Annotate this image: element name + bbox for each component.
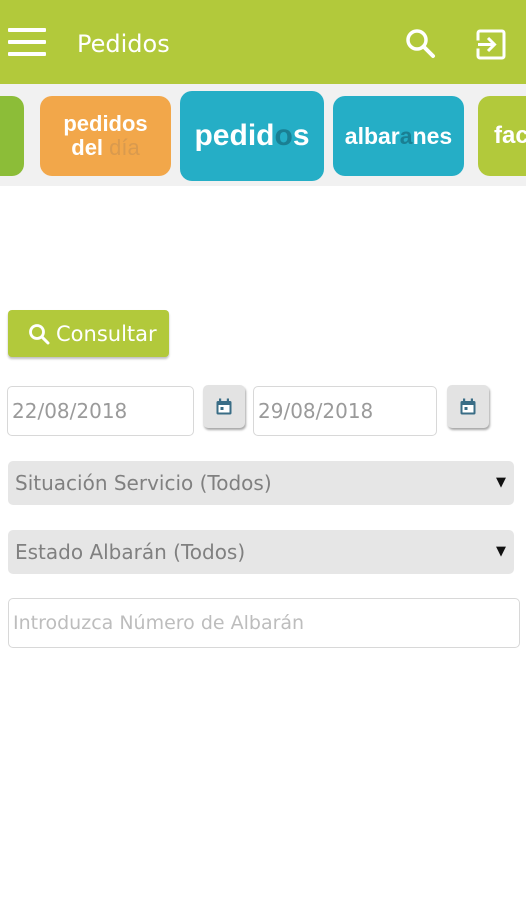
estado-albaran-select[interactable]: Estado Albarán (Todos) ▼ [8,530,514,574]
tile-pedidos[interactable]: pedidos [180,91,324,181]
situacion-servicio-select[interactable]: Situación Servicio (Todos) ▼ [8,461,514,505]
consultar-label: Consultar [56,321,157,346]
tile-albaranes[interactable]: albaranes [333,96,464,176]
estado-albaran-value: Estado Albarán (Todos) [15,540,246,564]
tile-pedidos-del-dia[interactable]: pedidos del día [40,96,171,176]
consultar-button[interactable]: Consultar [8,310,169,357]
tile-previous[interactable] [0,96,24,176]
date-from-input[interactable]: 22/08/2018 [7,386,194,436]
date-to-input[interactable]: 29/08/2018 [253,386,437,436]
tile-facturas[interactable]: fac [478,96,526,176]
albaran-number-input[interactable]: Introduzca Número de Albarán [8,598,520,648]
tile-facturas-label: fac [494,122,526,149]
tile-pedidos-label: pedidos [194,119,310,152]
page-title: Pedidos [77,30,170,58]
search-icon[interactable] [404,27,438,61]
chevron-down-icon: ▼ [496,475,506,490]
chevron-down-icon: ▼ [496,544,506,559]
search-icon [29,323,50,344]
calendar-icon[interactable] [203,385,245,428]
hamburger-menu-icon[interactable] [6,26,48,60]
logout-icon[interactable] [474,28,508,62]
tile-albaranes-label: albaranes [344,122,453,149]
section-tiles-strip: pedidos del día pedidos albaranes fac [0,84,526,186]
tile-pedidos-del-dia-line2: del día [71,135,140,160]
calendar-icon[interactable] [447,385,489,428]
situacion-servicio-value: Situación Servicio (Todos) [15,471,272,495]
app-bar: Pedidos [0,0,526,84]
tile-pedidos-del-dia-line1: pedidos [63,111,148,136]
